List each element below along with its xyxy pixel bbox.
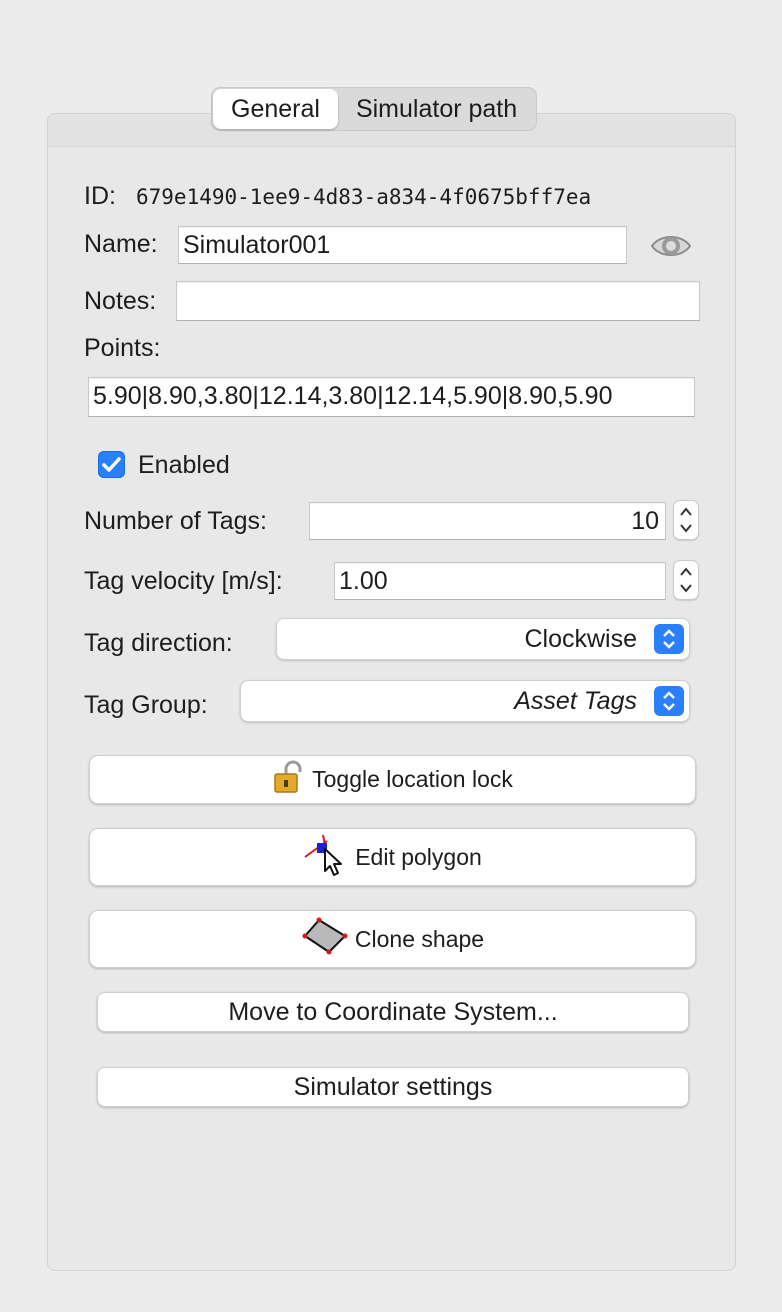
enabled-label: Enabled bbox=[138, 451, 230, 479]
id-label: ID: bbox=[84, 182, 116, 210]
direction-select[interactable]: Clockwise bbox=[276, 618, 690, 660]
toggle-lock-button[interactable]: Toggle location lock bbox=[89, 755, 696, 804]
group-label: Tag Group: bbox=[84, 691, 208, 719]
tab-bar: General Simulator path bbox=[211, 87, 538, 131]
num-tags-stepper[interactable] bbox=[673, 500, 699, 540]
notes-label: Notes: bbox=[84, 287, 157, 315]
select-chevron-icon bbox=[654, 624, 684, 654]
checkmark-icon bbox=[102, 457, 121, 472]
num-tags-label: Number of Tags: bbox=[84, 507, 267, 535]
toggle-lock-label: Toggle location lock bbox=[312, 766, 513, 792]
velocity-label: Tag velocity [m/s]: bbox=[84, 567, 283, 595]
id-value: 679e1490-1ee9-4d83-a834-4f0675bff7ea bbox=[136, 185, 592, 209]
velocity-field[interactable]: 1.00 bbox=[334, 562, 666, 600]
eye-icon[interactable] bbox=[650, 230, 692, 262]
points-field[interactable]: 5.90|8.90,3.80|12.14,3.80|12.14,5.90|8.9… bbox=[88, 377, 695, 417]
simulator-settings-button[interactable]: Simulator settings bbox=[97, 1067, 689, 1107]
enabled-checkbox[interactable] bbox=[98, 451, 125, 478]
notes-field[interactable] bbox=[176, 281, 700, 321]
tab-simulator-path[interactable]: Simulator path bbox=[338, 89, 535, 129]
clone-shape-label: Clone shape bbox=[354, 925, 485, 952]
num-tags-field[interactable]: 10 bbox=[309, 502, 666, 540]
direction-label: Tag direction: bbox=[84, 629, 233, 657]
name-label: Name: bbox=[84, 230, 158, 258]
group-select[interactable]: Asset Tags bbox=[240, 680, 690, 722]
move-coordinate-system-button[interactable]: Move to Coordinate System... bbox=[97, 992, 689, 1032]
edit-polygon-label: Edit polygon bbox=[355, 843, 482, 870]
stepper-arrows-icon bbox=[680, 567, 692, 593]
select-chevron-icon bbox=[654, 686, 684, 716]
unlocked-padlock-icon bbox=[272, 760, 306, 800]
clone-shape-button[interactable]: Clone shape bbox=[89, 910, 696, 968]
tab-general[interactable]: General bbox=[213, 89, 338, 129]
points-value: 5.90|8.90,3.80|12.14,3.80|12.14,5.90|8.9… bbox=[93, 382, 613, 410]
velocity-stepper[interactable] bbox=[673, 560, 699, 600]
diamond-shape-icon bbox=[301, 914, 349, 964]
edit-polygon-button[interactable]: Edit polygon bbox=[89, 828, 696, 886]
points-label: Points: bbox=[84, 334, 161, 362]
name-field[interactable]: Simulator001 bbox=[178, 226, 627, 264]
group-value: Asset Tags bbox=[514, 687, 637, 715]
stepper-arrows-icon bbox=[680, 507, 692, 533]
direction-value: Clockwise bbox=[524, 625, 637, 653]
polygon-cursor-icon bbox=[303, 831, 349, 883]
